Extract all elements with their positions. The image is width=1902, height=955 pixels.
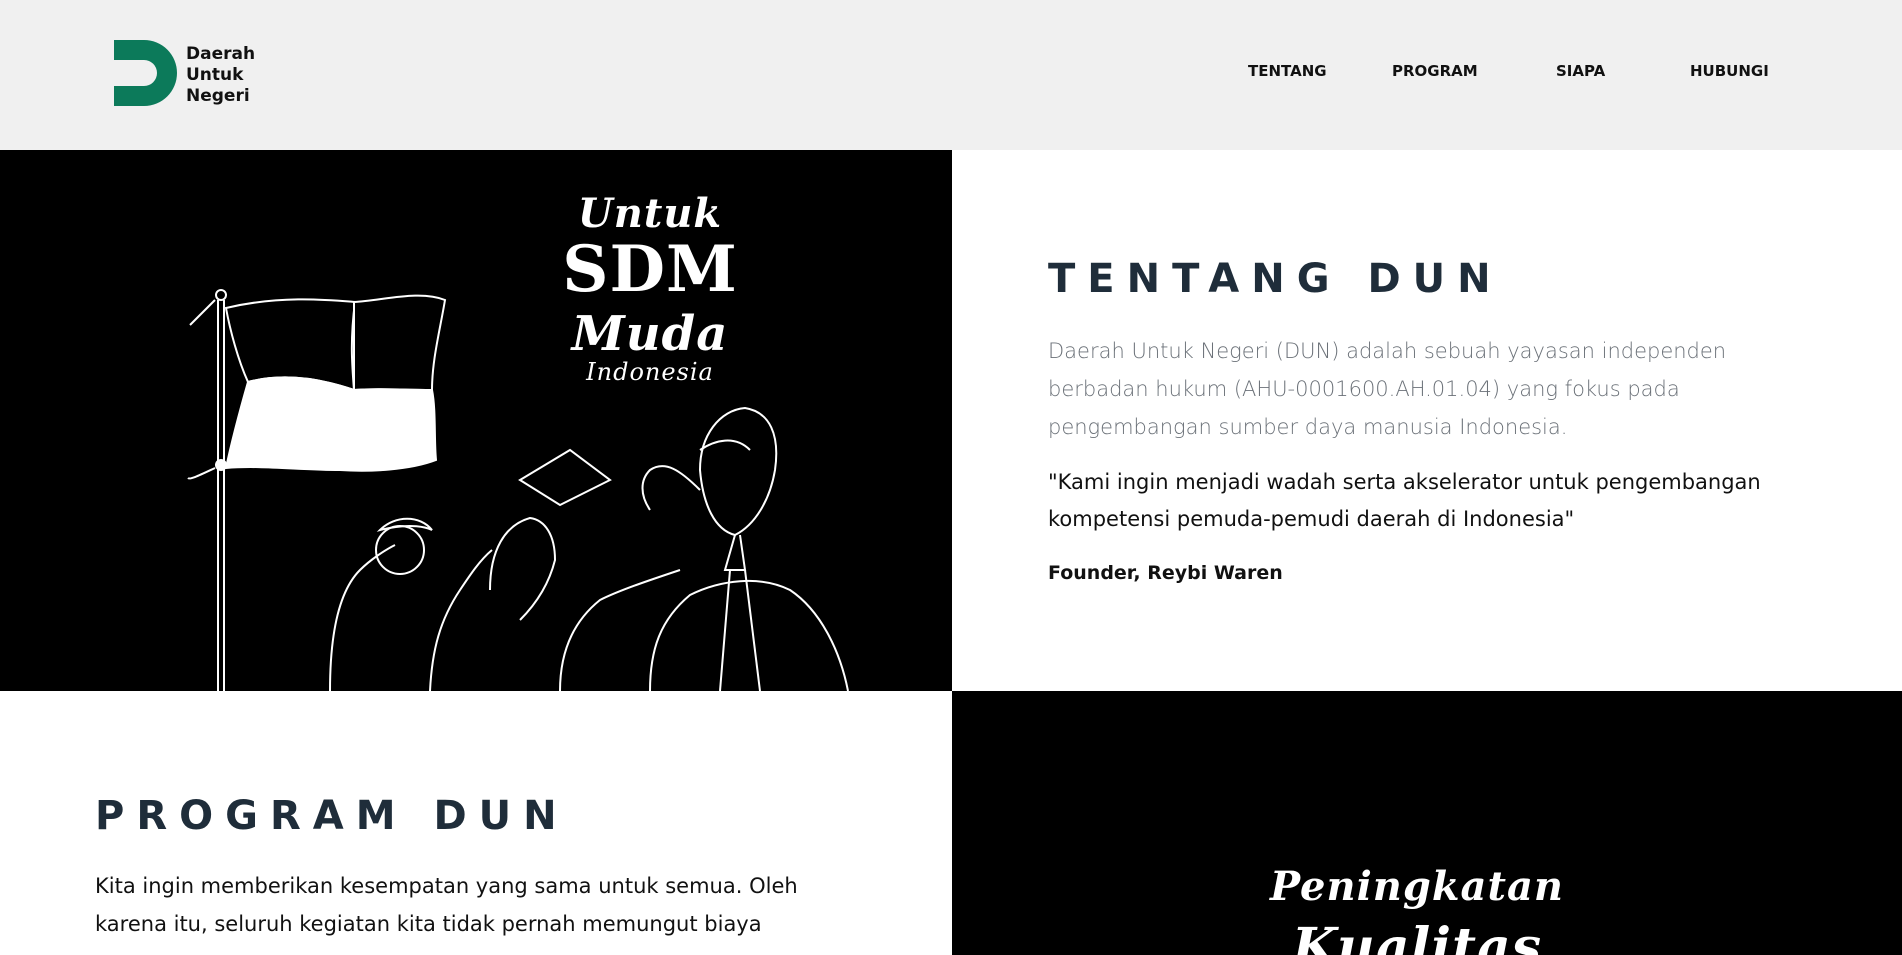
program-title: PROGRAM DUN	[95, 793, 569, 839]
program-illustration: Peningkatan Kualitas	[952, 691, 1902, 955]
site-header: Daerah Untuk Negeri TENTANG PROGRAM SIAP…	[0, 0, 1902, 150]
brand-logo[interactable]: Daerah Untuk Negeri	[114, 40, 255, 107]
tentang-title: TENTANG DUN	[1048, 256, 1503, 302]
program-section: PROGRAM DUN Kita ingin memberikan kesemp…	[0, 691, 952, 955]
brand-name-line: Negeri	[186, 86, 250, 106]
nav-link-hubungi[interactable]: HUBUNGI	[1690, 62, 1769, 80]
nav-link-tentang[interactable]: TENTANG	[1248, 62, 1327, 80]
main-nav: TENTANG PROGRAM SIAPA HUBUNGI	[1200, 62, 1800, 84]
program-description: Kita ingin memberikan kesempatan yang sa…	[95, 874, 798, 936]
tentang-description: Daerah Untuk Negeri (DUN) adalah sebuah …	[1048, 339, 1727, 439]
brand-name: Daerah Untuk Negeri	[186, 44, 255, 107]
dun-logo-icon	[114, 40, 177, 106]
tentang-quote: "Kami ingin menjadi wadah serta akselera…	[1048, 470, 1761, 531]
brand-name-line: Untuk	[186, 65, 244, 85]
flag-salute-illustration	[187, 289, 849, 691]
program-text-kualitas: Kualitas	[1291, 917, 1543, 955]
nav-link-program[interactable]: PROGRAM	[1392, 62, 1478, 80]
hero-illustration: Untuk SDM Muda Indonesia	[0, 150, 952, 691]
brand-name-line: Daerah	[186, 44, 256, 64]
tentang-section: TENTANG DUN Daerah Untuk Negeri (DUN) ad…	[952, 150, 1902, 691]
program-text-peningkatan: Peningkatan	[1270, 863, 1564, 910]
nav-link-siapa[interactable]: SIAPA	[1556, 62, 1605, 80]
tentang-founder: Founder, Reybi Waren	[1048, 562, 1283, 584]
